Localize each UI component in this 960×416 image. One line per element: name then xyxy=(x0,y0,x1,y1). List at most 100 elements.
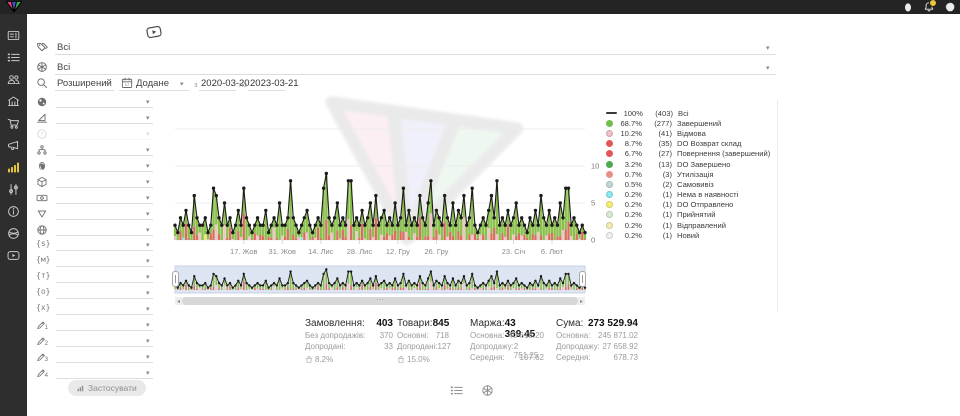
legend-count: (35) xyxy=(642,139,672,148)
search-icon[interactable] xyxy=(36,77,48,89)
inactive-filter[interactable] xyxy=(56,129,153,140)
sidebar-item-statistics[interactable] xyxy=(7,161,20,174)
svg-text:14. Лис: 14. Лис xyxy=(308,247,334,256)
legend-percent: 0.5% xyxy=(616,180,642,189)
profile-avatar-icon[interactable] xyxy=(944,1,956,13)
brush-handle-right[interactable] xyxy=(579,271,586,287)
chart-icon xyxy=(77,384,85,392)
utm-term-filter[interactable] xyxy=(56,272,153,283)
sidebar-item-partners[interactable] xyxy=(7,227,20,240)
legend-count: (403) xyxy=(643,109,673,118)
legend-item[interactable]: 0.2%(1)Новий xyxy=(606,230,776,240)
scroll-left-arrow[interactable]: ◂ xyxy=(175,297,182,305)
legend-color-swatch xyxy=(606,171,613,178)
legend-count: (1) xyxy=(642,190,672,199)
legend-item[interactable]: 0.2%(1)DO Отправлено xyxy=(606,200,776,210)
legend-item[interactable]: 8.7%(35)DO Возврат склад xyxy=(606,139,776,149)
product-filter[interactable] xyxy=(56,177,153,188)
utm-medium-filter[interactable] xyxy=(56,256,153,267)
sidebar-item-orders[interactable] xyxy=(7,51,20,64)
utm-content-filter[interactable] xyxy=(56,288,153,299)
sidebar-item-cart[interactable] xyxy=(7,117,20,130)
sidebar-item-marketplace[interactable] xyxy=(7,95,20,108)
utm-source-filter[interactable] xyxy=(56,240,153,251)
chevron-down-icon: ▾ xyxy=(146,163,150,170)
summary-value: 273 529.94 xyxy=(588,318,638,329)
summary-sub-label: Середня: xyxy=(470,353,505,362)
payment-filter[interactable] xyxy=(56,193,153,204)
list-view-button[interactable] xyxy=(450,384,463,397)
date-to-underline xyxy=(248,79,285,91)
app-logo-icon[interactable] xyxy=(3,0,25,14)
products-filter[interactable] xyxy=(55,63,776,75)
summary-title: Сума: xyxy=(556,318,583,329)
legend-count: (3) xyxy=(642,170,672,179)
legend-item[interactable]: 10.2%(41)Відмова xyxy=(606,128,776,138)
svg-text:6. Лют: 6. Лют xyxy=(541,247,564,256)
legend-item[interactable]: 100%(403) Всі xyxy=(606,108,776,118)
sidebar-item-dashboard[interactable] xyxy=(7,29,20,42)
legend-item[interactable]: 6.7%(27)Повернення (завершений) xyxy=(606,149,776,159)
site-filter[interactable] xyxy=(56,225,153,236)
chevron-down-icon: ▾ xyxy=(146,179,150,186)
apply-button[interactable]: Застосувати xyxy=(68,380,146,396)
legend-percent: 100% xyxy=(617,109,643,118)
legend-label: Нема в наявності xyxy=(677,190,738,199)
inactive-filter-icon: ? xyxy=(36,128,48,140)
legend-label: DO Завершено xyxy=(677,160,730,169)
video-hint-icon[interactable] xyxy=(140,22,168,42)
measure-filter[interactable] xyxy=(56,113,153,124)
legend-item[interactable]: 0.5%(2)Самовивіз xyxy=(606,179,776,189)
legend-item[interactable]: 3.2%(13)DO Завершено xyxy=(606,159,776,169)
chart-brush-minimap[interactable] xyxy=(170,265,600,296)
chevron-down-icon: ▾ xyxy=(146,322,150,329)
legend-color-swatch xyxy=(606,191,613,198)
summary-title: Маржа: xyxy=(470,318,505,329)
country-filter[interactable] xyxy=(56,97,153,108)
sidebar-item-video[interactable] xyxy=(7,249,20,262)
legend-item[interactable]: 68.7%(277)Завершений xyxy=(606,118,776,128)
summary-margin: Маржа:43 369.45Основна:40 618.20Допродаж… xyxy=(470,318,544,364)
date-field-underline[interactable] xyxy=(119,79,189,91)
legend-item[interactable]: 0.2%(1)Нема в наявності xyxy=(606,190,776,200)
scroll-right-arrow[interactable]: ▸ xyxy=(578,297,585,305)
sidebar-item-marketing[interactable] xyxy=(7,139,20,152)
summary-sub-value: 40 618.20 xyxy=(508,331,544,340)
sidebar-item-settings[interactable] xyxy=(7,183,20,196)
person-filter-icon xyxy=(36,160,48,172)
utm-campaign-filter[interactable] xyxy=(56,304,153,315)
legend-percent: 0.2% xyxy=(616,210,642,219)
legend-item[interactable]: 0.2%(1)Прийнятий xyxy=(606,210,776,220)
chevron-down-icon: ▾ xyxy=(146,147,150,154)
filter-mode-underline[interactable] xyxy=(55,79,114,91)
svg-text:23. Січ: 23. Січ xyxy=(502,247,526,256)
sidebar-item-customers[interactable] xyxy=(7,73,20,86)
scrollbar-grip: ⋯ xyxy=(377,298,384,304)
chart-scrollbar[interactable]: ◂ ⋯ ▸ xyxy=(175,297,585,305)
summary-sub-label: Основна: xyxy=(556,331,590,340)
structure-filter[interactable] xyxy=(56,145,153,156)
svg-text:0: 0 xyxy=(591,236,595,245)
custom-field-4-filter[interactable] xyxy=(56,368,153,379)
scrollbar-thumb[interactable]: ⋯ xyxy=(182,297,578,305)
legend-percent: 6.7% xyxy=(616,149,642,158)
notifications-bell-icon[interactable] xyxy=(923,1,935,13)
custom-field-1-filter[interactable] xyxy=(56,320,153,331)
custom-field-2-filter[interactable] xyxy=(56,336,153,347)
sidebar-item-info[interactable] xyxy=(7,205,20,218)
person-filter[interactable] xyxy=(56,161,153,172)
custom-field-3-filter[interactable] xyxy=(56,352,153,363)
legend-label: Всі xyxy=(678,109,689,118)
summary-sub-value: 33 xyxy=(384,342,393,351)
summary-sub-value: 678.73 xyxy=(614,353,638,362)
custom-field-1-filter-icon: 1 xyxy=(36,319,48,331)
user-egg-icon[interactable] xyxy=(902,1,914,13)
brush-handle-left[interactable] xyxy=(172,271,179,287)
tags-filter[interactable] xyxy=(55,43,776,55)
date-to-label: по xyxy=(239,80,247,89)
legend-item[interactable]: 0.7%(3)Утилізація xyxy=(606,169,776,179)
funnel-filter[interactable] xyxy=(56,209,153,220)
legend-item[interactable]: 0.2%(1)Відправлений xyxy=(606,220,776,230)
legend-color-swatch xyxy=(606,161,613,168)
package-view-button[interactable] xyxy=(481,384,494,397)
